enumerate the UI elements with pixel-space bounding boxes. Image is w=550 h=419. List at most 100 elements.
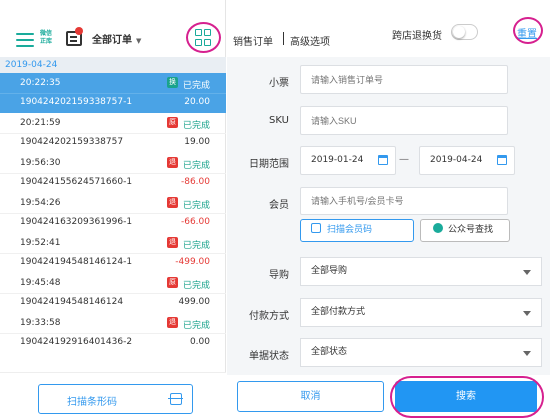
scan-barcode-button[interactable]: 扫描条形码 bbox=[38, 384, 193, 414]
payment-select[interactable]: 全部付款方式 bbox=[300, 298, 542, 327]
list-item[interactable]: 19:33:58 退已完成 190424192916401436-2 0.00 bbox=[0, 313, 226, 353]
list-item[interactable]: 19:45:48 原已完成 190424194548146124 499.00 bbox=[0, 273, 226, 313]
scan-barcode-label: 扫描条形码 bbox=[67, 397, 117, 408]
order-type-badge: 退 bbox=[167, 157, 178, 168]
order-number: 190424155624571660-1 bbox=[20, 177, 133, 187]
logo: 微信 正库 bbox=[39, 30, 52, 45]
guide-value: 全部导购 bbox=[311, 266, 348, 276]
order-amount: -499.00 bbox=[175, 257, 210, 267]
row-divider bbox=[0, 173, 226, 174]
guide-select[interactable]: 全部导购 bbox=[300, 257, 542, 286]
search-form: 小票 SKU 日期范围 2019-01-24 — 2019-04-24 会员 扫… bbox=[227, 57, 550, 375]
row-divider bbox=[0, 253, 226, 254]
order-amount: -66.00 bbox=[180, 217, 210, 227]
list-item[interactable]: 20:22:35 换已完成 190424202159338757-1 20.00 bbox=[0, 73, 226, 113]
order-amount: 19.00 bbox=[184, 137, 210, 147]
date-range-label: 日期范围 bbox=[249, 159, 289, 170]
tab-divider bbox=[283, 32, 284, 45]
status-select[interactable]: 全部状态 bbox=[300, 338, 542, 367]
payment-value: 全部付款方式 bbox=[311, 307, 366, 317]
sku-label: SKU bbox=[269, 115, 289, 126]
row-divider bbox=[0, 93, 226, 94]
order-type-badge: 退 bbox=[167, 317, 178, 328]
row-divider bbox=[0, 333, 226, 334]
order-number: 190424202159338757 bbox=[20, 137, 124, 147]
public-account-search-button[interactable]: 公众号查找 bbox=[420, 219, 510, 242]
left-header: 微信 正库 全部订单 ▼ bbox=[0, 0, 226, 57]
list-item[interactable]: 20:21:59 原已完成 190424202159338757 19.00 bbox=[0, 113, 226, 153]
date-from-field[interactable]: 2019-01-24 bbox=[300, 146, 396, 175]
order-type-badge: 原 bbox=[167, 117, 178, 128]
date-to-value: 2019-04-24 bbox=[430, 155, 483, 165]
public-account-label: 公众号查找 bbox=[448, 225, 494, 235]
order-status: 已完成 bbox=[183, 161, 211, 171]
order-type-badge: 退 bbox=[167, 197, 178, 208]
order-type-badge: 原 bbox=[167, 277, 178, 288]
dropdown-arrow-icon bbox=[523, 270, 531, 275]
order-time: 19:56:30 bbox=[20, 158, 61, 168]
cancel-button[interactable]: 取消 bbox=[237, 381, 384, 412]
highlight-circle bbox=[390, 376, 544, 418]
guide-label: 导购 bbox=[269, 270, 289, 281]
order-time: 19:33:58 bbox=[20, 318, 61, 328]
order-time: 19:52:41 bbox=[20, 238, 61, 248]
order-number: 190424202159338757-1 bbox=[20, 97, 133, 107]
order-amount: 20.00 bbox=[184, 97, 210, 107]
chevron-down-icon: ▼ bbox=[136, 37, 142, 45]
scan-icon bbox=[311, 223, 321, 233]
row-divider bbox=[0, 213, 226, 214]
list-item[interactable]: 19:54:26 退已完成 190424163209361996-1 -66.00 bbox=[0, 193, 226, 233]
dropdown-arrow-icon bbox=[523, 311, 531, 316]
order-type-badge: 退 bbox=[167, 237, 178, 248]
scan-member-label: 扫描会员码 bbox=[327, 225, 373, 235]
order-status: 已完成 bbox=[183, 81, 211, 91]
order-number: 190424194548146124-1 bbox=[20, 257, 133, 267]
order-status: 已完成 bbox=[183, 121, 211, 131]
order-filter-select[interactable]: 全部订单 ▼ bbox=[92, 31, 141, 46]
receipt-input[interactable] bbox=[300, 65, 508, 94]
order-status: 已完成 bbox=[183, 201, 211, 211]
row-divider bbox=[0, 293, 226, 294]
order-time: 19:45:48 bbox=[20, 278, 61, 288]
order-type-badge: 换 bbox=[167, 77, 178, 88]
right-header: 销售订单 高级选项 跨店退换货 重置 bbox=[227, 0, 550, 57]
highlight-circle bbox=[513, 17, 543, 44]
menu-icon[interactable] bbox=[16, 33, 34, 47]
list-item[interactable]: 19:52:41 退已完成 190424194548146124-1 -499.00 bbox=[0, 233, 226, 273]
date-separator: — bbox=[399, 154, 409, 165]
order-list: 2019-04-24 20:22:35 换已完成 19042420215933875… bbox=[0, 57, 226, 353]
cross-store-toggle[interactable] bbox=[451, 24, 478, 40]
status-value: 全部状态 bbox=[311, 347, 348, 357]
date-to-field[interactable]: 2019-04-24 bbox=[419, 146, 515, 175]
scan-member-code-button[interactable]: 扫描会员码 bbox=[300, 219, 414, 242]
status-label: 单据状态 bbox=[249, 351, 289, 362]
date-from-value: 2019-01-24 bbox=[311, 155, 364, 165]
order-amount: 499.00 bbox=[178, 297, 211, 307]
sku-input[interactable] bbox=[300, 106, 508, 135]
search-panel: 销售订单 高级选项 跨店退换货 重置 小票 SKU 日期范围 2019-01-2… bbox=[227, 0, 550, 419]
tab-sales-order[interactable]: 销售订单 bbox=[233, 33, 273, 48]
row-divider bbox=[0, 133, 226, 134]
scan-icon bbox=[168, 393, 183, 405]
highlight-circle bbox=[186, 22, 221, 53]
member-label: 会员 bbox=[269, 200, 289, 211]
tab-advanced-options[interactable]: 高级选项 bbox=[290, 33, 330, 48]
order-time: 19:54:26 bbox=[20, 198, 61, 208]
scan-bar: 扫描条形码 bbox=[0, 372, 226, 419]
order-status: 已完成 bbox=[183, 241, 211, 251]
dropdown-arrow-icon bbox=[523, 351, 531, 356]
order-list-panel: 微信 正库 全部订单 ▼ 2019-04-24 20:22:35 换已完成 19042… bbox=[0, 0, 226, 419]
order-number: 190424194548146124 bbox=[20, 297, 124, 307]
member-input[interactable] bbox=[300, 187, 508, 215]
order-time: 20:21:59 bbox=[20, 118, 61, 128]
list-item[interactable]: 19:56:30 退已完成 190424155624571660-1 -86.00 bbox=[0, 153, 226, 193]
order-number: 190424163209361996-1 bbox=[20, 217, 133, 227]
order-number: 190424192916401436-2 bbox=[20, 337, 133, 347]
order-amount: 0.00 bbox=[189, 337, 210, 347]
calendar-icon bbox=[378, 155, 388, 165]
notification-dot bbox=[75, 27, 83, 35]
receipt-label: 小票 bbox=[269, 78, 289, 89]
action-bar: 取消 搜索 bbox=[227, 375, 550, 419]
order-status: 已完成 bbox=[183, 281, 211, 291]
date-group-header: 2019-04-24 bbox=[0, 57, 226, 73]
